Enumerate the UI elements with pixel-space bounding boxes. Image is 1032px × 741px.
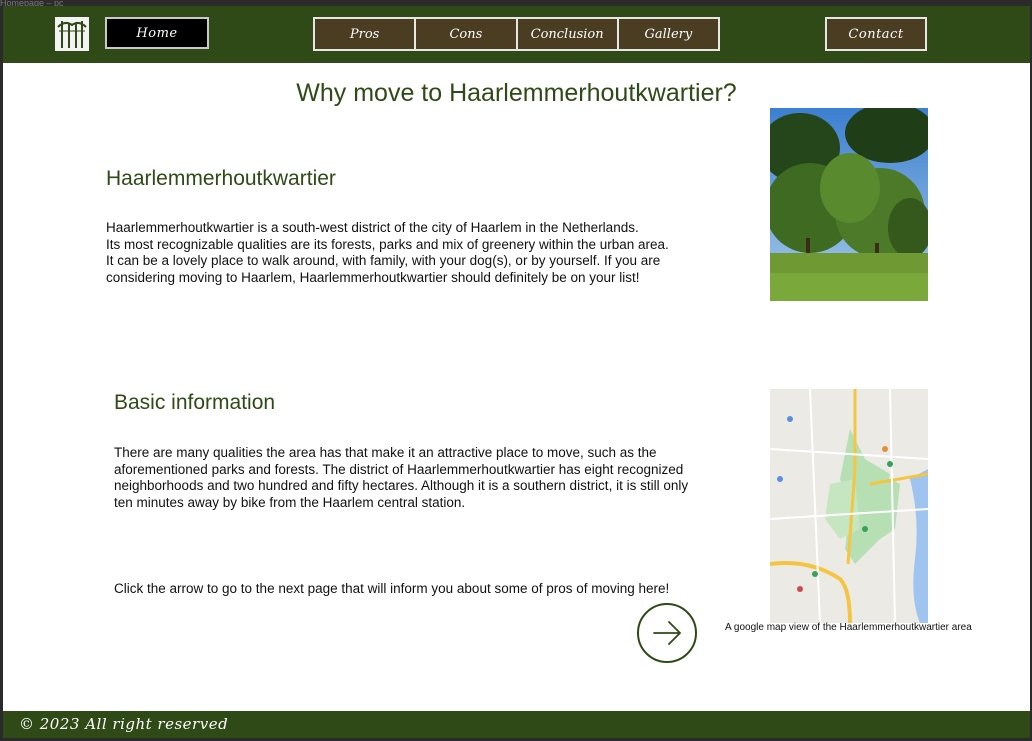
nav-conclusion[interactable]: Conclusion (518, 19, 619, 49)
section-heading-basic-info: Basic information (114, 391, 276, 414)
paragraph-line: Its most recognizable qualities are its … (106, 236, 669, 252)
paragraph-line: It can be a lovely place to walk around,… (106, 253, 661, 268)
arrow-right-icon (653, 621, 682, 645)
page-title: Why move to Haarlemmerhoutkwartier? (296, 79, 737, 107)
paragraph-line: Haarlemmerhoutkwartier is a south-west d… (106, 220, 639, 235)
copyright-text: © 2023 All right reserved (19, 715, 229, 733)
section-heading-district: Haarlemmerhoutkwartier (106, 167, 336, 190)
district-description: Haarlemmerhoutkwartier is a south-west d… (106, 220, 669, 286)
nav-gallery[interactable]: Gallery (619, 19, 718, 49)
tree-logo-icon (55, 17, 89, 51)
paragraph-line: aforementioned parks and forests. The di… (114, 461, 684, 477)
paragraph-line: There are many qualities the area has th… (114, 445, 657, 460)
footer: © 2023 All right reserved (3, 711, 1030, 738)
logo[interactable] (55, 17, 89, 51)
map-caption: A google map view of the Haarlemmerhoutk… (725, 622, 972, 633)
main-nav: Pros Cons Conclusion Gallery (313, 17, 720, 51)
basic-info-description: There are many qualities the area has th… (114, 445, 688, 511)
park-photo (770, 108, 928, 301)
nav-pros[interactable]: Pros (315, 19, 417, 49)
paragraph-line: neighborhoods and two hundred and fifty … (114, 478, 689, 493)
nav-cons[interactable]: Cons (416, 19, 518, 49)
next-page-hint: Click the arrow to go to the next page t… (114, 581, 670, 596)
top-navbar: Home Pros Cons Conclusion Gallery Contac… (3, 6, 1030, 63)
home-button[interactable]: Home (105, 17, 209, 49)
contact-button[interactable]: Contact (825, 17, 927, 51)
area-map (770, 389, 928, 623)
page: Home Pros Cons Conclusion Gallery Contac… (3, 6, 1030, 738)
paragraph-line: ten minutes away by bike from the Haarle… (114, 494, 466, 510)
paragraph-line: considering moving to Haarlem, Haarlemme… (106, 269, 640, 285)
next-page-button[interactable] (637, 603, 697, 663)
